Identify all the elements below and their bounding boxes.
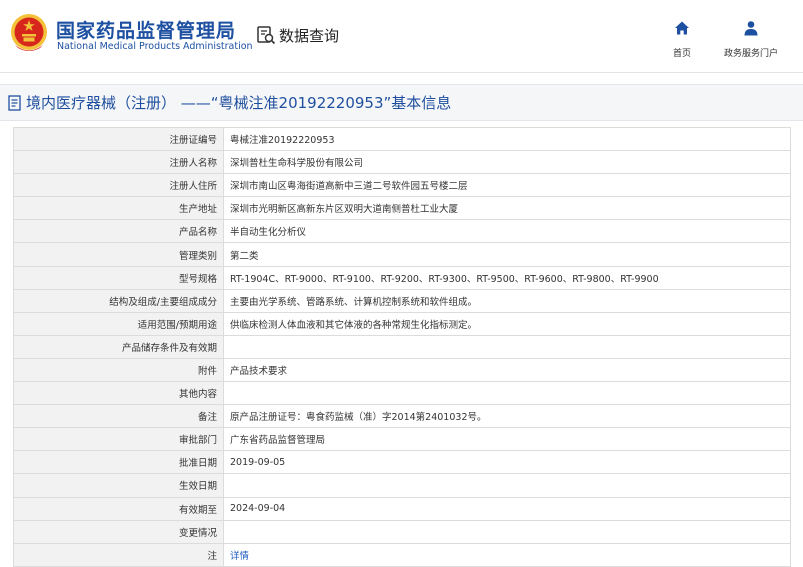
field-label: 注 — [13, 542, 224, 567]
data-query-title: 数据查询 — [256, 24, 339, 46]
page-title-bar: 境内医疗器械（注册） ——“粤械注准20192220953”基本信息 — [0, 84, 803, 121]
field-value: 半自动生化分析仪 — [223, 219, 791, 244]
field-value: 深圳普杜生命科学股份有限公司 — [223, 150, 791, 175]
table-row: 批准日期 2019-09-05 — [13, 450, 791, 475]
table-row: 型号规格 RT-1904C、RT-9000、RT-9100、RT-9200、RT-… — [13, 265, 791, 290]
field-value — [223, 334, 791, 359]
table-row: 注册人名称 深圳普杜生命科学股份有限公司 — [13, 150, 791, 175]
field-value: 产品技术要求 — [223, 357, 791, 383]
field-label: 有效期至 — [13, 496, 224, 521]
table-row: 其他内容 — [13, 381, 791, 406]
field-value — [223, 473, 791, 498]
national-emblem-icon — [11, 14, 47, 51]
data-query-icon — [257, 26, 276, 45]
table-row: 注详情 — [13, 542, 791, 567]
field-label: 管理类别 — [13, 242, 224, 267]
field-value — [223, 381, 791, 406]
field-value: 2024-09-04 — [223, 496, 791, 521]
field-value: 第二类 — [223, 242, 791, 267]
table-row: 结构及组成/主要组成成分 主要由光学系统、管路系统、计算机控制系统和软件组成。 — [13, 288, 791, 313]
field-label: 审批部门 — [13, 427, 224, 452]
table-row: 管理类别 第二类 — [13, 242, 791, 267]
nav-home-label: 首页 — [672, 49, 691, 59]
document-icon — [8, 94, 21, 111]
field-label: 型号规格 — [13, 265, 224, 290]
nav-home[interactable]: 首页 — [668, 20, 696, 59]
field-label: 注册证编号 — [13, 126, 224, 152]
field-label: 变更情况 — [13, 519, 224, 544]
field-value: 2019-09-05 — [223, 450, 791, 475]
nav-service-portal[interactable]: 政务服务门户 — [718, 20, 784, 59]
table-row: 附件 产品技术要求 — [13, 357, 791, 383]
site-header: 国家药品监督管理局 National Medical Products Admi… — [0, 0, 803, 73]
field-value: RT-1904C、RT-9000、RT-9100、RT-9200、RT-9300… — [223, 265, 791, 290]
table-row: 有效期至 2024-09-04 — [13, 496, 791, 521]
table-row: 变更情况 — [13, 519, 791, 544]
field-label: 注册人住所 — [13, 173, 224, 198]
field-label: 备注 — [13, 404, 224, 429]
field-value: 主要由光学系统、管路系统、计算机控制系统和软件组成。 — [223, 288, 791, 313]
field-label: 产品名称 — [13, 219, 224, 244]
field-label: 其他内容 — [13, 381, 224, 406]
table-row: 产品名称 半自动生化分析仪 — [13, 219, 791, 244]
device-info-table: 注册证编号 粤械注准20192220953 注册人名称 深圳普杜生命科学股份有限公司注… — [13, 126, 791, 567]
field-value: 广东省药品监督管理局 — [223, 427, 791, 452]
field-label: 产品储存条件及有效期 — [13, 334, 224, 359]
table-row: 审批部门 广东省药品监督管理局 — [13, 427, 791, 452]
user-icon — [744, 21, 758, 36]
home-icon — [675, 21, 689, 35]
table-row: 生产地址 深圳市光明新区高新东片区双明大道南侧普杜工业大厦 — [13, 196, 791, 221]
table-row: 适用范围/预期用途 供临床检测人体血液和其它体液的各种常规生化指标测定。 — [13, 311, 791, 336]
field-value: 原产品注册证号：粤食药监械（准）字2014第2401032号。 — [223, 404, 791, 429]
field-value: 深圳市光明新区高新东片区双明大道南侧普杜工业大厦 — [223, 196, 791, 221]
data-query-label: 数据查询 — [279, 26, 340, 45]
field-value: 深圳市南山区粤海街道高新中三道二号软件园五号楼二层 — [223, 173, 791, 198]
org-name-cn: 国家药品监督管理局 — [56, 20, 237, 42]
details-link[interactable]: 详情 — [223, 542, 791, 567]
table-row: 生效日期 — [13, 473, 791, 498]
field-label: 适用范围/预期用途 — [13, 311, 224, 336]
field-value: 粤械注准20192220953 — [223, 126, 791, 152]
table-row: 注册证编号 粤械注准20192220953 — [13, 126, 791, 152]
field-label: 生产地址 — [13, 196, 224, 221]
page-title: 境内医疗器械（注册） ——“粤械注准20192220953”基本信息 — [26, 94, 452, 112]
field-label: 注册人名称 — [13, 150, 224, 175]
field-label: 生效日期 — [13, 473, 224, 498]
field-label: 附件 — [13, 357, 224, 383]
table-row: 注册人住所 深圳市南山区粤海街道高新中三道二号软件园五号楼二层 — [13, 173, 791, 198]
field-label: 结构及组成/主要组成成分 — [13, 288, 224, 313]
org-name-en: National Medical Products Administration — [57, 41, 253, 52]
table-row: 备注 原产品注册证号：粤食药监械（准）字2014第2401032号。 — [13, 404, 791, 429]
field-label: 批准日期 — [13, 450, 224, 475]
nav-service-portal-label: 政务服务门户 — [723, 49, 778, 59]
field-value: 供临床检测人体血液和其它体液的各种常规生化指标测定。 — [223, 311, 791, 336]
field-value — [223, 519, 791, 544]
table-row: 产品储存条件及有效期 — [13, 334, 791, 359]
